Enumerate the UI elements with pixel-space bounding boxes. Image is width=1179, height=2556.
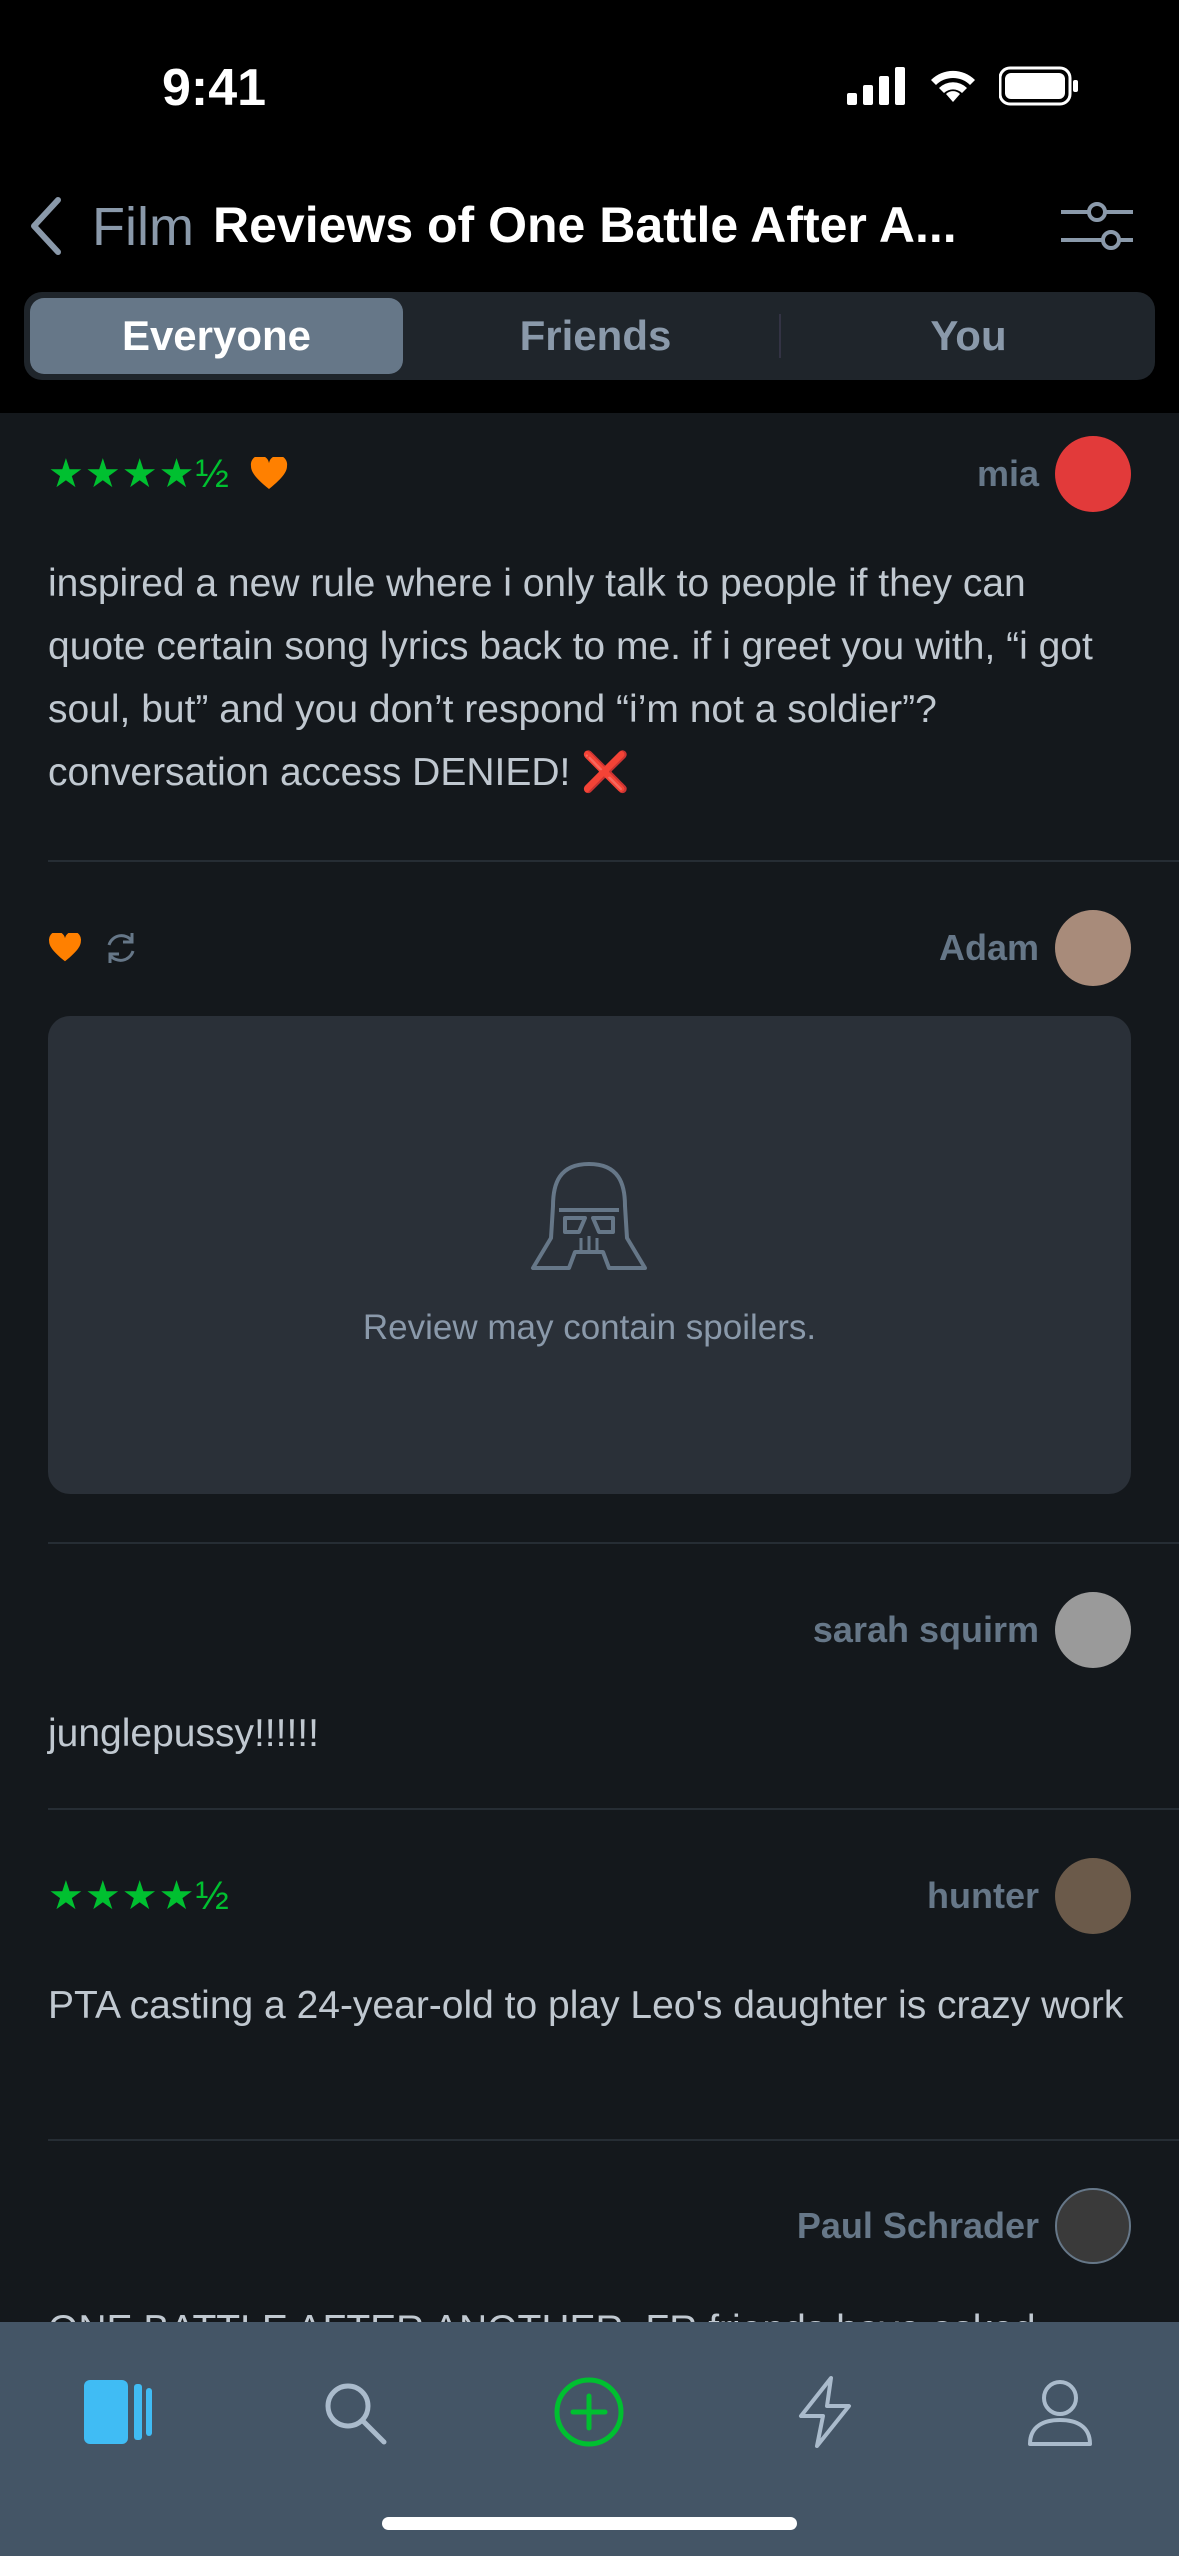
review-text: PTA casting a 24-year-old to play Leo's … — [48, 1984, 1124, 2027]
review-username[interactable]: sarah squirm — [813, 1609, 1039, 1651]
review-username[interactable]: mia — [977, 453, 1039, 495]
rewatch-icon — [107, 933, 135, 963]
review-meta: sarah squirm — [48, 1590, 1131, 1670]
avatar[interactable] — [1055, 2188, 1131, 2264]
page-title: Reviews of One Battle After A... — [213, 197, 957, 253]
review-username[interactable]: Paul Schrader — [797, 2205, 1039, 2247]
star-rating: ★★★★½ — [48, 1874, 230, 1918]
review-item[interactable]: sarah squirm junglepussy!!!!!! — [48, 1590, 1131, 1790]
review-item[interactable]: Adam Review may contain spoilers. — [48, 908, 1131, 1500]
divider — [48, 1808, 1179, 1810]
back-chevron-icon[interactable] — [26, 196, 66, 256]
spoiler-text: Review may contain spoilers. — [362, 1308, 817, 1347]
review-item[interactable]: Paul Schrader ONE BATTLE AFTER ANOTHER. … — [48, 2186, 1131, 2322]
tab-everyone[interactable]: Everyone — [30, 298, 403, 374]
profile-icon[interactable] — [1020, 2372, 1100, 2452]
review-item[interactable]: ★★★★½ hunter PTA casting a 24-year-old t… — [48, 1856, 1131, 2126]
tab-friends-label: Friends — [519, 312, 672, 359]
audience-segmented-control: Everyone Friends You — [24, 292, 1155, 380]
review-meta: Adam — [48, 908, 1131, 988]
activity-icon[interactable] — [785, 2372, 865, 2452]
avatar[interactable] — [1055, 910, 1131, 986]
signal-icon — [847, 67, 905, 105]
tab-everyone-label: Everyone — [121, 312, 312, 359]
avatar[interactable] — [1055, 436, 1131, 512]
breadcrumb-film[interactable]: Film — [92, 196, 194, 258]
filter-sliders-icon[interactable] — [1059, 198, 1135, 254]
avatar[interactable] — [1055, 1592, 1131, 1668]
tab-you-label: You — [930, 312, 1007, 359]
status-time: 9:41 — [162, 59, 267, 117]
tab-friends[interactable]: Friends — [409, 292, 782, 380]
review-meta: Paul Schrader — [48, 2186, 1131, 2266]
darth-vader-helmet-icon — [531, 1162, 647, 1270]
add-icon[interactable] — [549, 2372, 629, 2452]
divider — [48, 2139, 1179, 2141]
search-icon[interactable] — [314, 2372, 394, 2452]
heart-icon — [250, 457, 287, 489]
battery-icon — [999, 66, 1078, 106]
review-meta: ★★★★½ hunter — [48, 1856, 1131, 1936]
divider — [48, 1542, 1179, 1544]
heart-icon — [49, 933, 81, 962]
review-username[interactable]: hunter — [927, 1875, 1039, 1917]
review-meta: ★★★★½ mia — [48, 434, 1131, 514]
star-rating: ★★★★½ — [48, 452, 230, 496]
films-icon[interactable] — [78, 2372, 158, 2452]
review-text: ONE BATTLE AFTER ANOTHER. FR friends hav… — [48, 2298, 1036, 2322]
wifi-icon — [931, 70, 975, 102]
status-bar: 9:41 — [0, 0, 1179, 175]
status-icons — [847, 66, 1079, 106]
review-item[interactable]: ★★★★½ mia inspired a new rule where i on… — [48, 434, 1131, 854]
tab-you[interactable]: You — [782, 292, 1155, 380]
review-text: junglepussy!!!!!! — [48, 1712, 319, 1755]
avatar[interactable] — [1055, 1858, 1131, 1934]
review-username[interactable]: Adam — [939, 927, 1039, 969]
segment-divider — [779, 314, 781, 358]
review-text: inspired a new rule where i only talk to… — [48, 562, 1093, 794]
home-indicator[interactable] — [382, 2517, 797, 2530]
spoiler-warning-card[interactable]: Review may contain spoilers. — [48, 1016, 1131, 1494]
divider — [48, 860, 1179, 862]
